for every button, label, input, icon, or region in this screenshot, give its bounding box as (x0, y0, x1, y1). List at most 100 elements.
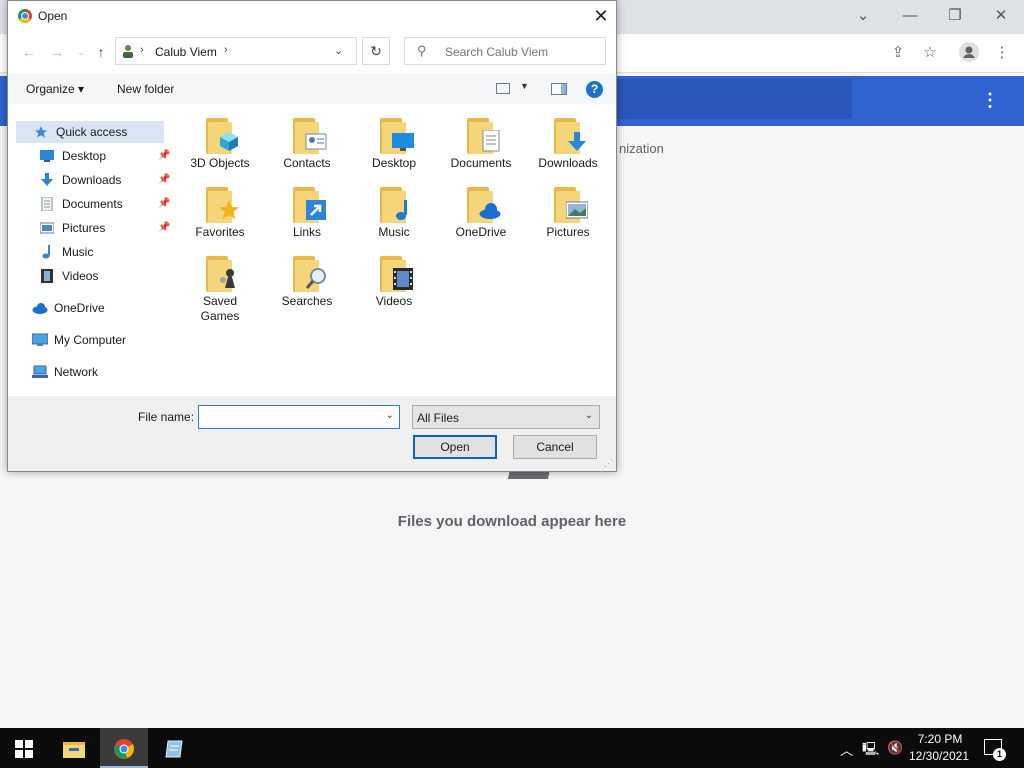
share-icon[interactable]: ⇪ (887, 42, 909, 64)
folder-contacts[interactable]: Contacts (265, 116, 349, 171)
folder-name: Desktop (371, 156, 417, 170)
close-window-button[interactable]: ✕ (987, 6, 1015, 26)
file-name-bar: File name: ⌄ All Files ⌄ Open Cancel ⋰ (8, 396, 616, 471)
organize-menu[interactable]: Organize ▾ (26, 82, 84, 96)
view-dropdown-icon[interactable]: ▼ (520, 81, 529, 91)
minimize-button[interactable]: — (896, 6, 924, 26)
folder-downloads[interactable]: Downloads (526, 116, 610, 171)
up-arrow-icon[interactable]: ↑ (92, 43, 110, 61)
nav-desktop[interactable]: Desktop 📌 (40, 145, 170, 167)
nav-onedrive[interactable]: OneDrive (32, 297, 168, 319)
dialog-title-bar: Open ✕ (8, 1, 616, 31)
resize-grip-icon[interactable]: ⋰ (604, 458, 613, 469)
notepad-taskbar-button[interactable] (150, 728, 198, 768)
document-icon (482, 130, 500, 152)
nav-label: Downloads (62, 173, 122, 187)
recent-dropdown-icon[interactable]: ⌄ (72, 43, 90, 61)
nav-label: OneDrive (54, 301, 105, 315)
star-icon[interactable]: ☆ (919, 42, 941, 64)
nav-videos[interactable]: Videos (40, 265, 170, 287)
notification-count-badge: 1 (993, 748, 1006, 761)
chrome-logo-icon (18, 9, 32, 23)
film-icon (393, 268, 413, 290)
picture-icon (566, 201, 588, 219)
cloud-icon (479, 203, 501, 219)
nav-downloads[interactable]: Downloads 📌 (40, 169, 170, 191)
file-type-select[interactable]: All Files ⌄ (412, 405, 600, 429)
volume-muted-icon[interactable]: 🔇 (887, 740, 903, 756)
folder-videos[interactable]: Videos (352, 254, 436, 309)
nav-quick-access[interactable]: Quick access (34, 121, 168, 143)
computer-icon (32, 333, 48, 346)
nav-network[interactable]: Network (32, 361, 168, 383)
nav-label: Desktop (62, 149, 107, 163)
folder-saved-games[interactable]: Saved Games (178, 254, 262, 324)
folder-name: Downloads (538, 156, 598, 170)
music-note-icon (396, 200, 407, 220)
download-arrow-icon (41, 173, 53, 186)
tab-search-icon[interactable]: ⌄ (849, 6, 877, 26)
downloads-more-icon[interactable]: ⋮ (978, 88, 1002, 112)
folder-desktop[interactable]: Desktop (352, 116, 436, 171)
folder-onedrive[interactable]: OneDrive (439, 185, 523, 240)
chrome-icon (114, 738, 135, 759)
nav-label: My Computer (54, 333, 127, 347)
open-file-dialog: Open ✕ ← → ⌄ ↑ › Calub Viem › ⌄ ↻ ⚲ Sear… (7, 0, 617, 472)
open-button[interactable]: Open (413, 435, 497, 459)
folder-documents[interactable]: Documents (439, 116, 523, 171)
network-status-icon[interactable]: 🖳 (862, 740, 879, 762)
address-dropdown-icon[interactable]: ⌄ (334, 44, 343, 57)
nav-documents[interactable]: Documents 📌 (40, 193, 170, 215)
file-name-input[interactable]: ⌄ (198, 405, 400, 429)
star-icon (35, 126, 47, 138)
chess-piece-icon (220, 269, 235, 288)
folder-pictures[interactable]: Pictures (526, 185, 610, 240)
dialog-close-button[interactable]: ✕ (590, 5, 612, 27)
clock-time[interactable]: 7:20 PM (912, 732, 968, 746)
monitor-icon (392, 133, 414, 151)
forward-arrow-icon[interactable]: → (48, 43, 66, 61)
downloads-search-field[interactable] (600, 79, 852, 119)
link-arrow-icon (306, 200, 326, 220)
more-menu-icon[interactable]: ⋮ (991, 42, 1013, 64)
new-folder-button[interactable]: New folder (117, 82, 174, 96)
folder-music[interactable]: Music (352, 185, 436, 240)
folder-name: Music (378, 225, 410, 239)
nav-label: Documents (62, 197, 123, 211)
breadcrumb-chevron-icon[interactable]: › (224, 44, 228, 56)
refresh-button[interactable]: ↻ (362, 37, 390, 65)
film-icon (41, 269, 53, 283)
dialog-title: Open (38, 9, 68, 23)
nav-pictures[interactable]: Pictures 📌 (40, 217, 170, 239)
clock-date[interactable]: 12/30/2021 (908, 749, 970, 763)
folder-favorites[interactable]: Favorites (178, 185, 262, 240)
address-bar[interactable]: › Calub Viem › ⌄ (115, 37, 357, 65)
start-button[interactable] (0, 728, 48, 768)
nav-label: Music (62, 245, 94, 259)
cloud-icon (32, 303, 48, 314)
search-icon: ⚲ (417, 43, 427, 58)
nav-my-computer[interactable]: My Computer (32, 329, 168, 351)
cancel-button[interactable]: Cancel (513, 435, 597, 459)
folder-name: Favorites (195, 225, 245, 239)
folder-name: Links (292, 225, 321, 239)
chrome-taskbar-button[interactable] (100, 728, 148, 768)
folder-links[interactable]: Links (265, 185, 349, 240)
network-icon (32, 365, 48, 378)
show-hidden-icons-icon[interactable]: ︿ (840, 740, 853, 759)
help-icon[interactable]: ? (586, 81, 603, 98)
breadcrumb-location[interactable]: Calub Viem (155, 45, 217, 59)
back-arrow-icon[interactable]: ← (20, 43, 38, 61)
folder-3d-objects[interactable]: 3D Objects (178, 116, 262, 171)
preview-pane-icon[interactable] (551, 83, 567, 95)
user-folder-icon (123, 45, 133, 58)
nav-music[interactable]: Music (40, 241, 170, 263)
restore-button[interactable]: ❐ (941, 6, 969, 26)
search-input[interactable]: ⚲ Search Calub Viem (404, 37, 606, 65)
file-explorer-button[interactable] (50, 728, 98, 768)
nav-label: Pictures (62, 221, 106, 235)
profile-icon[interactable] (958, 42, 980, 64)
change-view-icon[interactable] (496, 83, 510, 94)
file-name-dropdown-icon[interactable]: ⌄ (386, 410, 394, 421)
folder-searches[interactable]: Searches (265, 254, 349, 309)
